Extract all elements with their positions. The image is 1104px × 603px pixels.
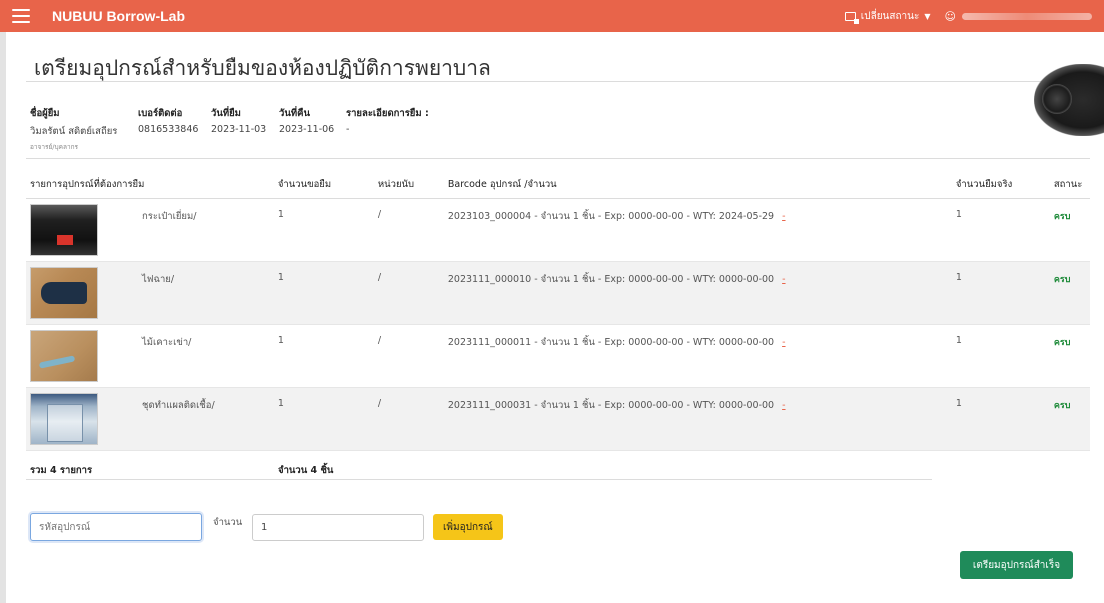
status-cell: ครบ (1049, 387, 1090, 451)
item-image-cell (26, 198, 138, 262)
table-row: ไม้เคาะเข่า/ 1 / 2023111_000011 - จำนวน … (26, 324, 1090, 388)
requested-qty: 1 (273, 198, 374, 262)
item-name: ชุดทำแผลติดเชื้อ/ (138, 387, 274, 451)
borrow-date-info: วันที่ยืม 2023-11-03 (211, 106, 266, 135)
borrower-role: อาจารย์/บุคลากร (30, 143, 79, 151)
status-switch-dropdown[interactable]: เปลี่ยนสถานะ ▼ (844, 9, 931, 24)
user-icon: ☺ (944, 9, 956, 23)
return-date-label: วันที่คืน (279, 108, 310, 119)
flashlight-photo (30, 266, 98, 319)
remove-barcode-link[interactable]: - (782, 337, 785, 348)
navbar-right: เปลี่ยนสถานะ ▼ ☺ (844, 0, 1092, 32)
phone-info: เบอร์ติดต่อ 0816533846 (138, 106, 198, 135)
col-unit: หน่วยนับ (373, 172, 444, 199)
actual-qty: 1 (951, 324, 1050, 388)
add-equipment-button[interactable]: เพิ่มอุปกรณ์ (433, 514, 503, 540)
item-name: กระเป๋าเยี่ยม/ (138, 198, 274, 262)
divider (26, 81, 1090, 82)
status-cell: ครบ (1049, 261, 1090, 325)
actual-qty: 1 (951, 387, 1050, 451)
return-date-info: วันที่คืน 2023-11-06 (279, 106, 334, 135)
qty-input[interactable] (252, 514, 424, 541)
top-navbar: NUBUU Borrow-Lab เปลี่ยนสถานะ ▼ ☺ (0, 0, 1104, 32)
brand-title[interactable]: NUBUU Borrow-Lab (52, 8, 185, 24)
hamburger-icon[interactable] (12, 9, 30, 23)
table-row: ไฟฉาย/ 1 / 2023111_000010 - จำนวน 1 ชิ้น… (26, 261, 1090, 325)
user-name-redacted (962, 12, 1092, 20)
requested-qty: 1 (273, 387, 374, 451)
borrow-items-table: รายการอุปกรณ์ที่ต้องการยืม จำนวนขอยืม หน… (26, 172, 1090, 451)
status-cell: ครบ (1049, 198, 1090, 262)
item-name: ไม้เคาะเข่า/ (138, 324, 274, 388)
barcode-cell: 2023111_000011 - จำนวน 1 ชิ้น - Exp: 000… (443, 324, 952, 388)
remove-barcode-link[interactable]: - (782, 211, 785, 222)
table-summary-row: รวม 4 รายการ จำนวน 4 ชิ้น (26, 454, 932, 480)
details-info: รายละเอียดการยืม : - (346, 106, 429, 135)
item-image-cell (26, 324, 138, 388)
status-badge: ครบ (1053, 274, 1071, 285)
barcode-text: 2023111_000031 - จำนวน 1 ชิ้น - Exp: 000… (447, 399, 775, 411)
table-row: กระเป๋าเยี่ยม/ 1 / 2023103_000004 - จำนว… (26, 198, 1090, 262)
return-date-value: 2023-11-06 (279, 124, 335, 135)
actual-qty: 1 (951, 198, 1050, 262)
table-header-row: รายการอุปกรณ์ที่ต้องการยืม จำนวนขอยืม หน… (26, 172, 1090, 199)
status-badge: ครบ (1053, 211, 1071, 222)
total-items: รวม 4 รายการ (30, 465, 93, 476)
reflex-hammer-photo (30, 329, 98, 382)
unit: / (373, 324, 444, 388)
details-value: - (346, 124, 350, 135)
phone-value: 0816533846 (138, 124, 199, 135)
status-cell: ครบ (1049, 324, 1090, 388)
barcode-text: 2023103_000004 - จำนวน 1 ชิ้น - Exp: 000… (447, 210, 775, 222)
table-row: ชุดทำแผลติดเชื้อ/ 1 / 2023111_000031 - จ… (26, 387, 1090, 451)
webcam-overlay (1034, 64, 1104, 136)
requested-qty: 1 (273, 324, 374, 388)
col-item: รายการอุปกรณ์ที่ต้องการยืม (26, 172, 274, 199)
left-sidebar-edge (0, 32, 6, 603)
total-qty: จำนวน 4 ชิ้น (278, 465, 334, 476)
equipment-code-input[interactable] (30, 513, 202, 541)
barcode-cell: 2023111_000010 - จำนวน 1 ชิ้น - Exp: 000… (443, 261, 952, 325)
qty-label: จำนวน (213, 517, 243, 528)
barcode-text: 2023111_000010 - จำนวน 1 ชิ้น - Exp: 000… (447, 273, 775, 285)
borrower-info: ชื่อผู้ยืม วิมลรัตน์ สดิตย์เสถียร อาจารย… (30, 106, 117, 152)
status-badge: ครบ (1053, 400, 1071, 411)
details-label: รายละเอียดการยืม : (346, 108, 429, 119)
col-actual-qty: จำนวนยืมจริง (951, 172, 1050, 199)
divider (26, 158, 1090, 159)
unit: / (373, 198, 444, 262)
switch-icon (844, 11, 859, 24)
user-menu[interactable]: ☺ (945, 10, 1092, 23)
phone-label: เบอร์ติดต่อ (138, 108, 183, 119)
status-badge: ครบ (1053, 337, 1071, 348)
caret-down-icon: ▼ (924, 11, 931, 21)
borrower-name: วิมลรัตน์ สดิตย์เสถียร (30, 126, 118, 137)
remove-barcode-link[interactable]: - (782, 274, 785, 285)
barcode-cell: 2023111_000031 - จำนวน 1 ชิ้น - Exp: 000… (443, 387, 952, 451)
col-requested-qty: จำนวนขอยืม (273, 172, 374, 199)
unit: / (373, 261, 444, 325)
bag-photo (30, 203, 98, 256)
col-barcode: Barcode อุปกรณ์ /จำนวน (443, 172, 952, 199)
item-name: ไฟฉาย/ (138, 261, 274, 325)
status-switch-label: เปลี่ยนสถานะ (860, 10, 920, 22)
actual-qty: 1 (951, 261, 1050, 325)
borrower-label: ชื่อผู้ยืม (30, 108, 60, 119)
col-status: สถานะ (1049, 172, 1090, 199)
barcode-cell: 2023103_000004 - จำนวน 1 ชิ้น - Exp: 000… (443, 198, 952, 262)
dressing-set-photo (30, 392, 98, 445)
barcode-text: 2023111_000011 - จำนวน 1 ชิ้น - Exp: 000… (447, 336, 775, 348)
borrow-date-value: 2023-11-03 (211, 124, 267, 135)
borrow-date-label: วันที่ยืม (211, 108, 241, 119)
prepare-complete-button[interactable]: เตรียมอุปกรณ์สำเร็จ (960, 551, 1073, 579)
requested-qty: 1 (273, 261, 374, 325)
item-image-cell (26, 387, 138, 451)
unit: / (373, 387, 444, 451)
remove-barcode-link[interactable]: - (782, 400, 785, 411)
item-image-cell (26, 261, 138, 325)
